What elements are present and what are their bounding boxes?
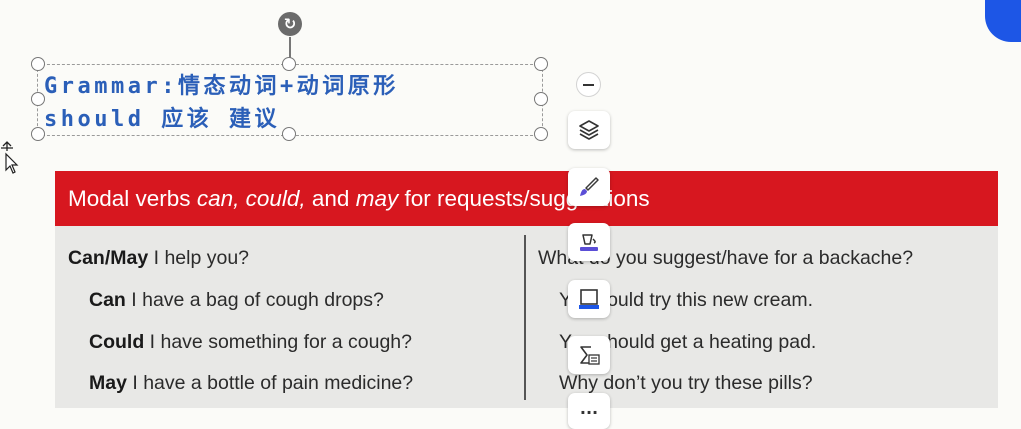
left-line-3: Could I have something for a cough? bbox=[89, 331, 412, 353]
right-line-4: Why don’t you try these pills? bbox=[559, 372, 813, 394]
panel-header: Modal verbs can, could, and may for requ… bbox=[55, 171, 998, 226]
resize-handle-bottom-left[interactable] bbox=[31, 127, 45, 141]
layers-button[interactable] bbox=[568, 111, 610, 149]
corner-blue-shape bbox=[985, 0, 1021, 42]
formula-button[interactable] bbox=[568, 336, 610, 374]
column-divider bbox=[524, 235, 526, 400]
header-can: can, bbox=[196, 186, 240, 211]
formula-icon bbox=[580, 346, 600, 365]
fill-icon bbox=[580, 234, 598, 251]
rotate-handle-icon[interactable]: ↻ bbox=[278, 12, 302, 36]
left-line-4: May I have a bottle of pain medicine? bbox=[89, 372, 414, 394]
brush-icon bbox=[580, 177, 599, 196]
resize-handle-left[interactable] bbox=[31, 92, 45, 106]
header-may: may bbox=[355, 186, 399, 211]
fill-button[interactable] bbox=[568, 223, 610, 261]
grammar-line-2: should 应该 建议 bbox=[44, 107, 280, 132]
header-could: could, bbox=[245, 186, 306, 211]
layers-icon bbox=[579, 120, 599, 140]
left-line-2: Can I have a bag of cough drops? bbox=[89, 289, 384, 311]
header-text: Modal verbs bbox=[68, 186, 197, 211]
header-and: and bbox=[305, 186, 356, 211]
resize-handle-top[interactable] bbox=[282, 57, 296, 71]
resize-handle-top-right[interactable] bbox=[534, 57, 548, 71]
move-cursor-icon bbox=[1, 141, 19, 174]
more-icon[interactable]: ... bbox=[568, 393, 610, 429]
grammar-line-1: Grammar:情态动词+动词原形 bbox=[44, 74, 399, 99]
brush-button[interactable] bbox=[568, 168, 610, 206]
header-purpose: for requests/suggestions bbox=[398, 186, 650, 211]
resize-handle-top-left[interactable] bbox=[31, 57, 45, 71]
frame-icon bbox=[579, 289, 599, 309]
grammar-text-box[interactable]: Grammar:情态动词+动词原形 should 应该 建议 bbox=[44, 70, 544, 136]
frame-button[interactable] bbox=[568, 280, 610, 318]
minus-icon[interactable] bbox=[576, 72, 601, 97]
modal-verbs-panel: Modal verbs can, could, and may for requ… bbox=[55, 171, 998, 408]
left-line-1: Can/May I help you? bbox=[68, 247, 250, 269]
